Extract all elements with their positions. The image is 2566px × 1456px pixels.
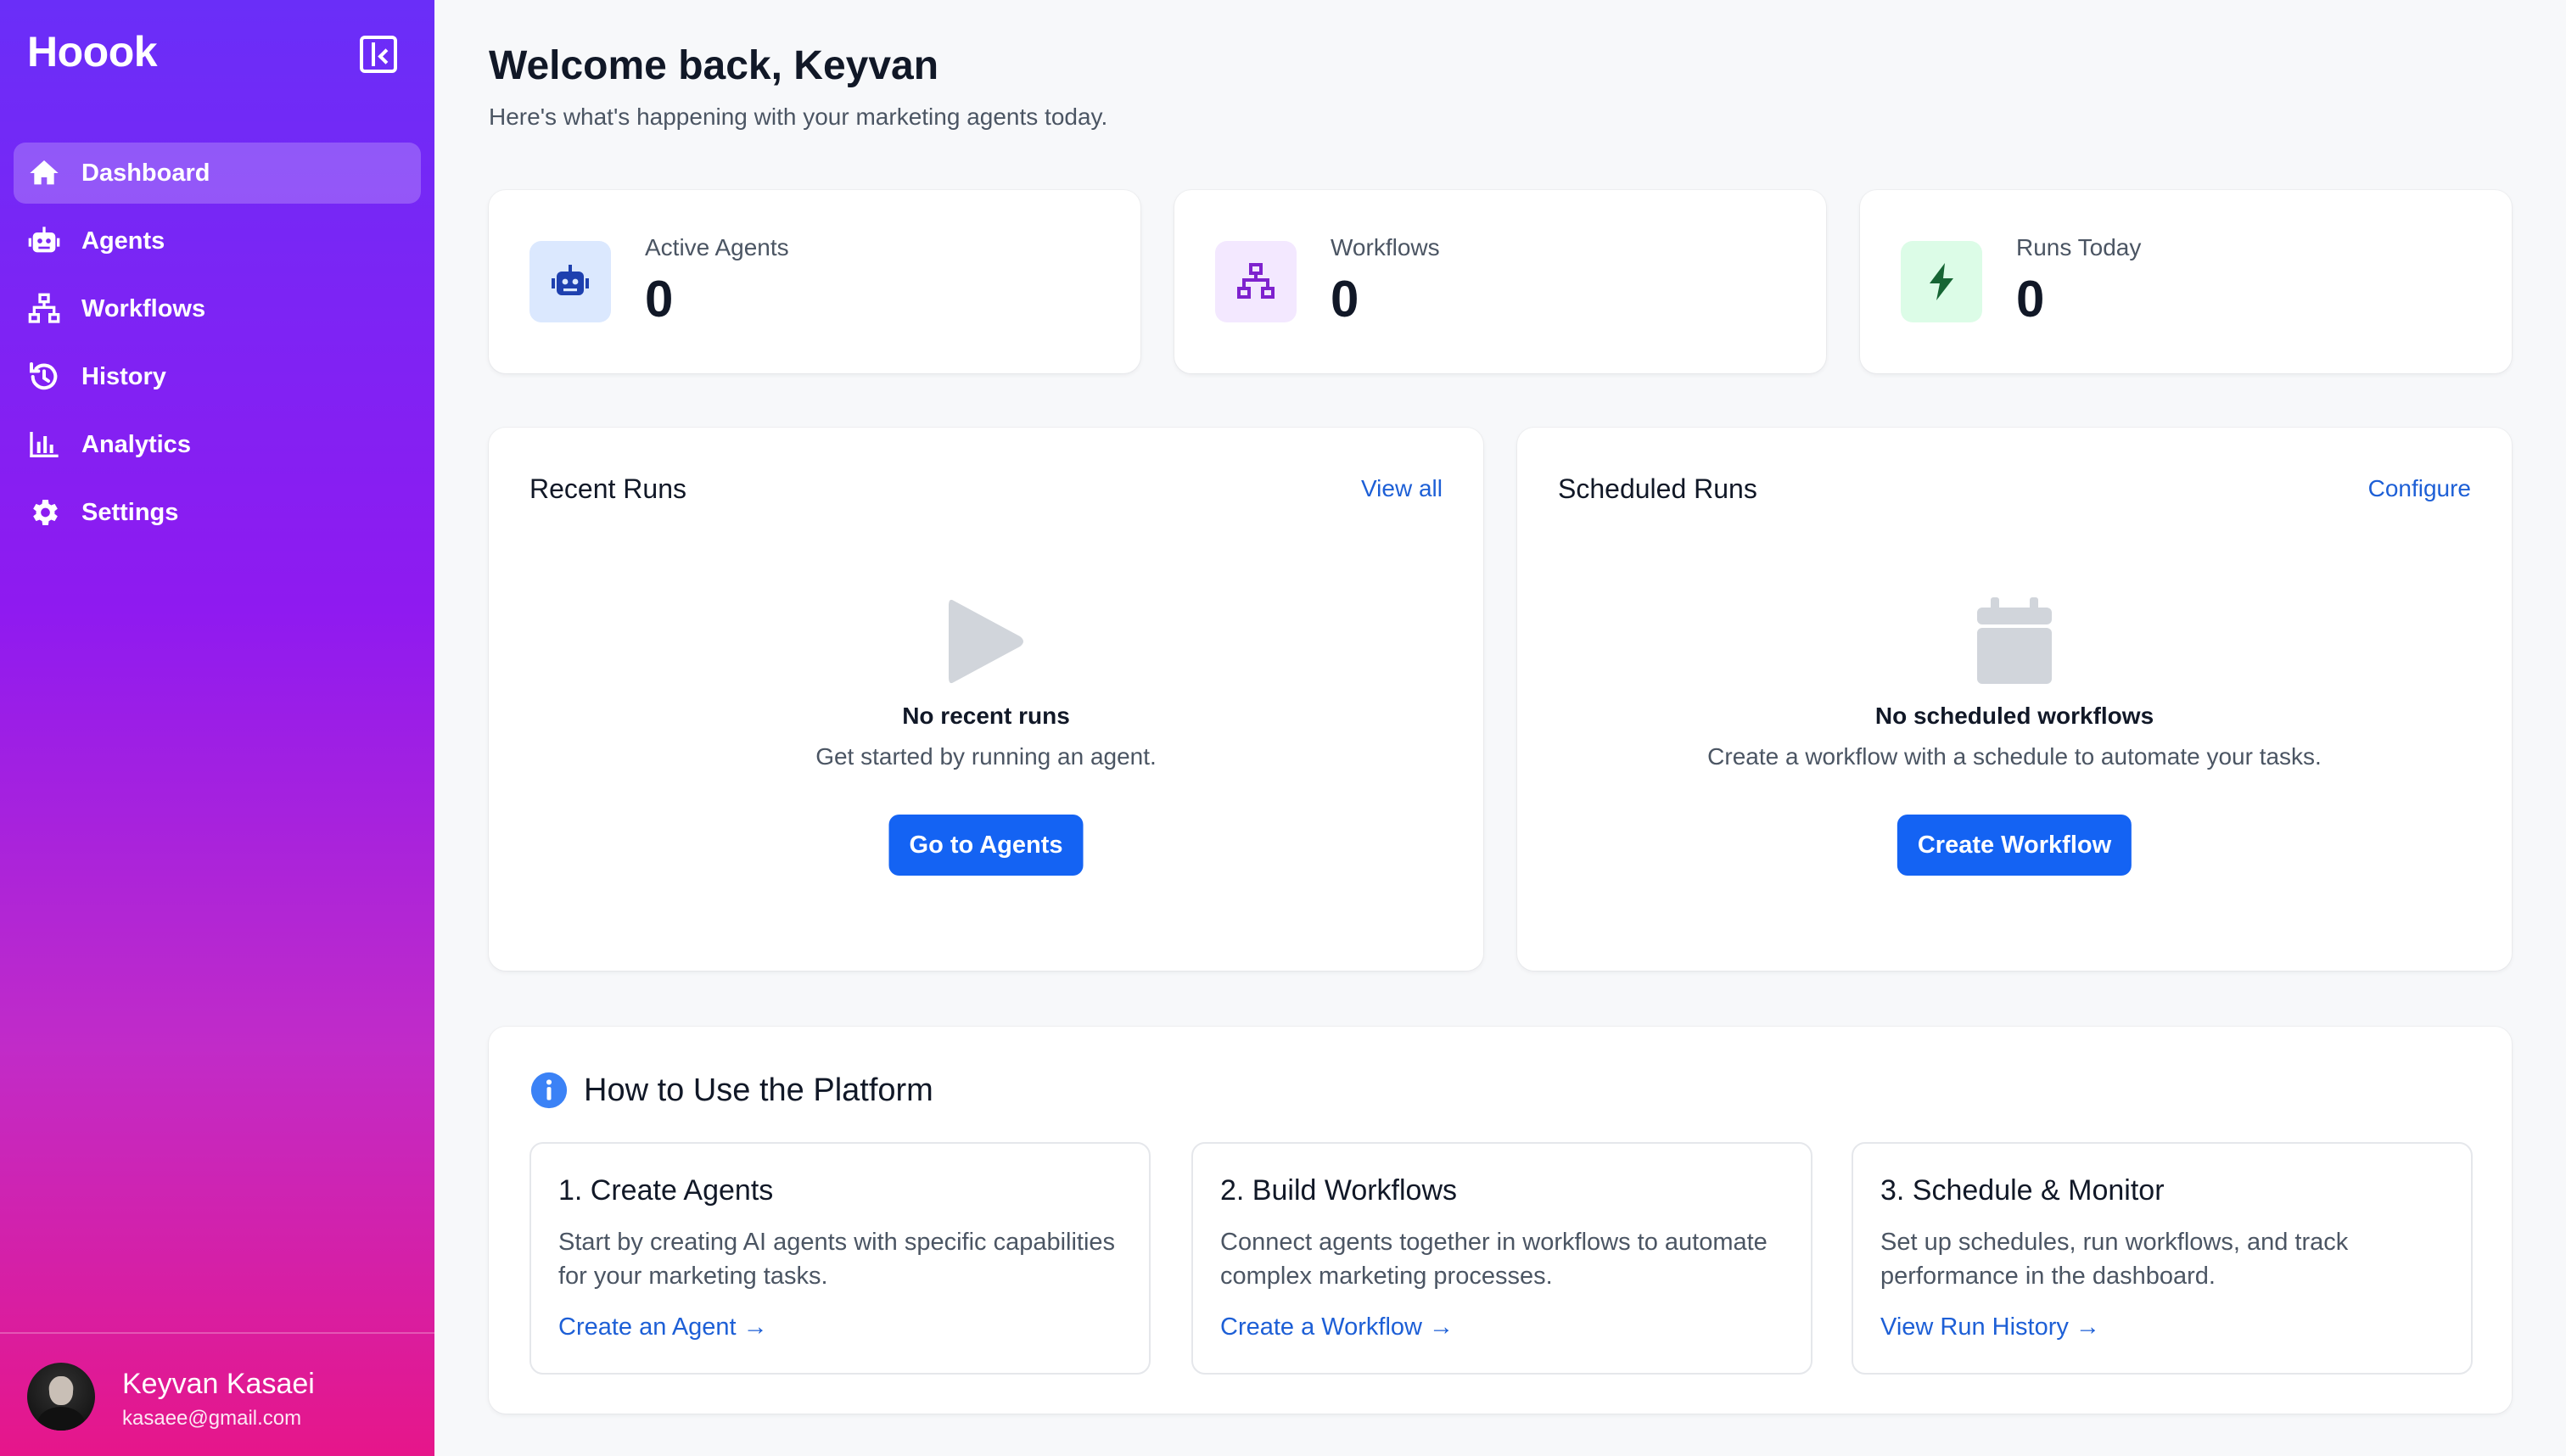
robot-icon: [27, 224, 61, 258]
calendar-icon: [1977, 597, 2052, 684]
sidebar-item-label: Workflows: [81, 294, 206, 322]
go-to-agents-button[interactable]: Go to Agents: [888, 815, 1084, 876]
stat-card-active-agents: Active Agents 0: [489, 190, 1140, 373]
user-email: kasaee@gmail.com: [122, 1407, 302, 1430]
sidebar: Hoook Dashboard Agents Workflows History: [0, 0, 434, 1456]
sidebar-item-settings[interactable]: Settings: [14, 482, 421, 543]
how-to-header: How to Use the Platform: [529, 1071, 933, 1110]
view-all-link[interactable]: View all: [1361, 475, 1443, 502]
sidebar-nav: Dashboard Agents Workflows History Analy…: [14, 143, 421, 550]
step-title: 1. Create Agents: [558, 1174, 774, 1207]
user-profile[interactable]: Keyvan Kasaei kasaee@gmail.com: [0, 1332, 434, 1456]
step-card-create-agents: 1. Create Agents Start by creating AI ag…: [529, 1142, 1151, 1375]
empty-state-subtitle: Get started by running an agent.: [815, 743, 1157, 770]
step-description: Connect agents together in workflows to …: [1220, 1229, 1768, 1290]
play-icon: [949, 599, 1023, 684]
stat-label: Workflows: [1331, 234, 1440, 260]
user-name: Keyvan Kasaei: [122, 1368, 315, 1400]
sidebar-item-label: Dashboard: [81, 159, 210, 187]
main-content: Welcome back, Keyvan Here's what's happe…: [434, 0, 2566, 1456]
step-description: Start by creating AI agents with specifi…: [558, 1229, 1116, 1290]
step-card-schedule-monitor: 3. Schedule & Monitor Set up schedules, …: [1852, 1142, 2473, 1375]
robot-icon: [529, 241, 611, 322]
history-icon: [27, 360, 61, 394]
stat-card-workflows: Workflows 0: [1174, 190, 1826, 373]
step-title: 2. Build Workflows: [1220, 1174, 1458, 1207]
view-run-history-link[interactable]: View Run History →: [1880, 1313, 2100, 1341]
stat-card-runs-today: Runs Today 0: [1860, 190, 2512, 373]
step-card-build-workflows: 2. Build Workflows Connect agents togeth…: [1191, 1142, 1812, 1375]
stat-label: Active Agents: [645, 234, 789, 260]
gear-icon: [27, 496, 61, 529]
page-title: Welcome back, Keyvan: [489, 43, 939, 88]
home-icon: [27, 156, 61, 190]
brand-logo: Hoook: [27, 28, 158, 76]
panel-title: Recent Runs: [529, 473, 686, 504]
sitemap-icon: [27, 292, 61, 326]
sidebar-item-workflows[interactable]: Workflows: [14, 278, 421, 339]
sidebar-item-label: History: [81, 362, 166, 390]
create-workflow-link[interactable]: Create a Workflow →: [1220, 1313, 1454, 1341]
empty-state-title: No scheduled workflows: [1874, 703, 2154, 729]
avatar: [27, 1363, 95, 1431]
scheduled-runs-panel: Scheduled Runs Configure No scheduled wo…: [1517, 428, 2512, 971]
empty-state-title: No recent runs: [902, 703, 1070, 729]
sidebar-item-agents[interactable]: Agents: [14, 210, 421, 272]
panel-title: Scheduled Runs: [1558, 473, 1757, 504]
info-icon: [530, 1072, 568, 1109]
recent-runs-panel: Recent Runs View all No recent runs Get …: [489, 428, 1483, 971]
stat-value: 0: [645, 271, 674, 328]
stat-value: 0: [2016, 271, 2045, 328]
collapse-sidebar-icon[interactable]: [360, 36, 397, 73]
sidebar-item-label: Analytics: [81, 430, 191, 458]
sidebar-item-label: Settings: [81, 498, 179, 526]
bolt-icon: [1901, 241, 1982, 322]
sitemap-icon: [1215, 241, 1297, 322]
page-subtitle: Here's what's happening with your market…: [489, 104, 1108, 130]
sidebar-item-history[interactable]: History: [14, 346, 421, 407]
stat-label: Runs Today: [2016, 234, 2142, 260]
step-title: 3. Schedule & Monitor: [1880, 1174, 2165, 1207]
step-description: Set up schedules, run workflows, and tra…: [1880, 1229, 2349, 1290]
create-agent-link[interactable]: Create an Agent →: [558, 1313, 768, 1341]
how-to-panel: How to Use the Platform 1. Create Agents…: [489, 1027, 2512, 1414]
configure-link[interactable]: Configure: [2368, 475, 2471, 502]
bar-chart-icon: [27, 428, 61, 462]
stat-value: 0: [1331, 271, 1359, 328]
sidebar-item-dashboard[interactable]: Dashboard: [14, 143, 421, 204]
sidebar-item-label: Agents: [81, 227, 165, 255]
how-to-title: How to Use the Platform: [584, 1072, 933, 1108]
empty-state-subtitle: Create a workflow with a schedule to aut…: [1707, 743, 2322, 770]
create-workflow-button[interactable]: Create Workflow: [1896, 815, 2132, 876]
sidebar-item-analytics[interactable]: Analytics: [14, 414, 421, 475]
